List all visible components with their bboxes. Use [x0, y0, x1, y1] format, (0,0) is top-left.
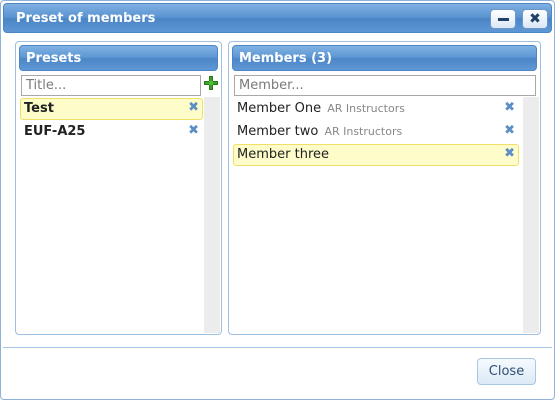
- presets-scrollbar[interactable]: [204, 97, 220, 333]
- preset-name: EUF-A25: [24, 124, 86, 139]
- preset-item[interactable]: EUF-A25 ✖: [20, 121, 203, 143]
- footer-divider: [3, 347, 552, 348]
- member-search-input[interactable]: [234, 75, 536, 96]
- preset-of-members-dialog: Preset of members ✖ Presets Test ✖ EUF-A…: [0, 0, 555, 400]
- preset-name: Test: [24, 101, 54, 116]
- member-item[interactable]: Member One AR Instructors ✖: [233, 98, 519, 120]
- remove-icon[interactable]: ✖: [188, 123, 199, 138]
- add-icon-center: [209, 81, 213, 85]
- minimize-icon: [498, 18, 509, 21]
- close-icon: ✖: [529, 11, 541, 27]
- member-name: Member One: [237, 101, 322, 116]
- close-dialog-button[interactable]: ✖: [522, 9, 548, 29]
- minimize-button[interactable]: [490, 9, 516, 29]
- remove-icon[interactable]: ✖: [504, 146, 515, 161]
- preset-item[interactable]: Test ✖: [20, 98, 203, 120]
- preset-title-input[interactable]: [21, 75, 201, 96]
- members-list: Member One AR Instructors ✖ Member two A…: [233, 98, 519, 167]
- member-item[interactable]: Member three ✖: [233, 144, 519, 166]
- remove-icon[interactable]: ✖: [188, 100, 199, 115]
- members-panel: Members (3) Member One AR Instructors ✖ …: [228, 41, 541, 335]
- dialog-titlebar[interactable]: Preset of members ✖: [3, 3, 552, 33]
- remove-icon[interactable]: ✖: [504, 123, 515, 138]
- member-name: Member two: [237, 124, 319, 139]
- remove-icon[interactable]: ✖: [504, 100, 515, 115]
- close-button[interactable]: Close: [477, 358, 536, 385]
- member-group: AR Instructors: [327, 102, 405, 115]
- member-name: Member three: [237, 147, 329, 162]
- dialog-title: Preset of members: [16, 11, 156, 26]
- members-header: Members (3): [232, 45, 537, 71]
- presets-panel: Presets Test ✖ EUF-A25 ✖: [15, 41, 222, 335]
- presets-header: Presets: [19, 45, 218, 71]
- presets-list: Test ✖ EUF-A25 ✖: [20, 98, 203, 144]
- add-preset-button[interactable]: [204, 76, 218, 90]
- members-scrollbar[interactable]: [523, 97, 539, 333]
- member-item[interactable]: Member two AR Instructors ✖: [233, 121, 519, 143]
- member-group: AR Instructors: [324, 125, 403, 138]
